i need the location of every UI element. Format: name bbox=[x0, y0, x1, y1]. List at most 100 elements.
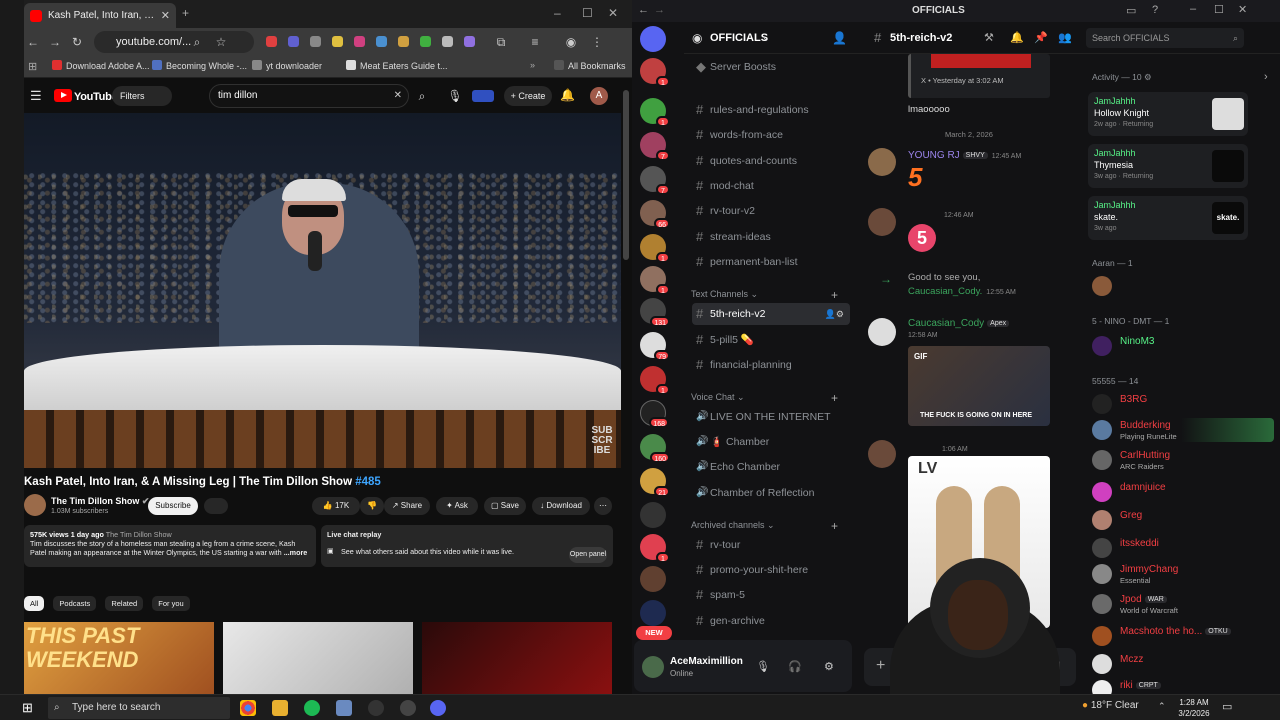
message-author[interactable]: YOUNG RJ SHVY 12:45 AM bbox=[908, 150, 1021, 161]
save-button[interactable]: ▢ Save bbox=[484, 497, 526, 515]
search-icon[interactable]: ⌕ bbox=[409, 84, 435, 108]
folder-icon[interactable] bbox=[640, 600, 666, 626]
windows-start-icon[interactable]: ⊞ bbox=[22, 700, 33, 716]
settings-gear-icon[interactable]: ⚙ bbox=[824, 660, 834, 673]
filters-button[interactable]: Filters bbox=[112, 86, 172, 106]
description-box[interactable]: 575K views 1 day ago The Tim Dillon Show… bbox=[24, 525, 316, 567]
video-player[interactable]: SUB SCRIBE bbox=[24, 113, 621, 468]
server-icon[interactable]: 1 bbox=[640, 234, 670, 263]
channel-item-active[interactable]: #5th-reich-v2 👤⚙ bbox=[692, 303, 850, 325]
server-icon[interactable]: 160 bbox=[640, 434, 670, 463]
extension-icon[interactable] bbox=[310, 36, 321, 47]
channel-item[interactable]: # gen-archive bbox=[692, 610, 850, 632]
server-icon[interactable]: 1 bbox=[640, 366, 670, 395]
dislike-button[interactable]: 👎 bbox=[360, 497, 384, 515]
taskbar-search-input[interactable]: ⌕ Type here to search bbox=[48, 697, 230, 719]
chip-podcasts[interactable]: Podcasts bbox=[53, 596, 97, 611]
threads-icon[interactable]: ⚒ bbox=[984, 31, 994, 44]
avatar[interactable]: A bbox=[590, 87, 608, 105]
member-item[interactable]: itsskeddi bbox=[1092, 536, 1272, 560]
avatar[interactable] bbox=[642, 656, 664, 678]
message-author[interactable]: Caucasian_Cody Apex bbox=[908, 318, 1010, 329]
browser-tab[interactable]: Kash Patel, Into Iran, & A M ✕ bbox=[24, 3, 176, 28]
channel-item[interactable]: # quotes-and-counts bbox=[692, 150, 850, 172]
voice-channel-item[interactable]: 🔊 Chamber of Reflection bbox=[692, 482, 850, 504]
join-message-user[interactable]: Caucasian_Cody. 12:55 AM bbox=[908, 286, 1016, 297]
extension-icon[interactable] bbox=[420, 36, 431, 47]
maximize-icon[interactable]: ☐ bbox=[582, 6, 593, 20]
avatar[interactable] bbox=[868, 148, 896, 176]
attach-plus-icon[interactable]: + bbox=[876, 657, 885, 675]
server-icon[interactable] bbox=[640, 502, 666, 528]
close-tab-icon[interactable]: ✕ bbox=[161, 9, 170, 22]
close-window-icon[interactable]: ✕ bbox=[1238, 3, 1247, 16]
media-player-icon[interactable] bbox=[368, 700, 384, 716]
category-text-channels[interactable]: Text Channels ⌄ + bbox=[691, 288, 838, 302]
subscribe-button[interactable]: Subscribe bbox=[148, 497, 198, 515]
member-item[interactable]: Jpod WAR World of Warcraft bbox=[1092, 592, 1272, 616]
server-icon[interactable]: 1 bbox=[640, 58, 670, 87]
member-item[interactable]: NinoM3 bbox=[1092, 334, 1272, 358]
youtube-logo[interactable]: YouTube bbox=[54, 89, 118, 103]
channel-item[interactable]: # permanent-ban-list bbox=[692, 251, 850, 273]
voice-channel-item[interactable]: 🔊 LIVE ON THE INTERNET bbox=[692, 406, 850, 428]
new-tab-icon[interactable]: + bbox=[182, 6, 189, 20]
voice-channel-item[interactable]: 🔊 Echo Chamber bbox=[692, 456, 850, 478]
search-input[interactable]: tim dillon ✕ bbox=[209, 84, 409, 108]
channel-item[interactable]: # rv-tour bbox=[692, 534, 850, 556]
member-item[interactable]: Macshoto the ho... OTKU bbox=[1092, 624, 1272, 648]
notification-bell-icon[interactable]: 🔔 bbox=[1010, 31, 1024, 44]
channel-item[interactable]: #5-pill5 💊 bbox=[692, 329, 850, 351]
channel-item[interactable]: # stream-ideas bbox=[692, 226, 850, 248]
member-item[interactable] bbox=[1092, 274, 1272, 298]
reload-icon[interactable]: ↻ bbox=[70, 35, 84, 49]
channel-item[interactable]: # spam-5 bbox=[692, 584, 850, 606]
app-icon[interactable] bbox=[336, 700, 352, 716]
extension-icon[interactable] bbox=[376, 36, 387, 47]
voice-channel-item[interactable]: 🔊 🧯 Chamber bbox=[692, 431, 850, 453]
activity-card[interactable]: JamJahhh Thymesia 3w ago · Returning bbox=[1088, 144, 1248, 188]
extension-icon[interactable] bbox=[332, 36, 343, 47]
more-bookmarks-icon[interactable]: » bbox=[530, 60, 535, 74]
extension-icon[interactable] bbox=[266, 36, 277, 47]
server-icon[interactable]: 7 bbox=[640, 132, 670, 161]
embed-card[interactable]: X • Yesterday at 3:02 AM bbox=[908, 54, 1050, 98]
channel-item[interactable]: # rules-and-regulations bbox=[692, 99, 850, 121]
server-icon[interactable] bbox=[640, 566, 666, 592]
page-scrollbar[interactable] bbox=[623, 90, 629, 260]
download-button[interactable]: ↓ Download bbox=[532, 497, 590, 515]
server-icon[interactable]: 66 bbox=[640, 200, 670, 229]
minimize-icon[interactable]: – bbox=[554, 6, 561, 20]
server-icon[interactable]: 7 bbox=[640, 166, 670, 195]
chevron-right-icon[interactable]: › bbox=[1264, 71, 1268, 83]
share-button[interactable]: ↗ Share bbox=[384, 497, 430, 515]
notifications-bell-icon[interactable]: 🔔 bbox=[560, 88, 575, 102]
member-item[interactable]: Greg bbox=[1092, 508, 1272, 532]
bookmark-star-icon[interactable]: ☆ bbox=[214, 35, 228, 49]
profile-icon[interactable]: ◉ bbox=[564, 35, 578, 49]
hashtag-link[interactable]: #485 bbox=[355, 476, 381, 488]
video-thumbnail[interactable]: THIS PAST WEEKEND bbox=[24, 622, 214, 694]
apps-grid-icon[interactable]: ⊞ bbox=[28, 60, 37, 74]
gif-embed[interactable]: GIF THE FUCK IS GOING ON IN HERE bbox=[908, 346, 1050, 426]
chip-all[interactable]: All bbox=[24, 596, 45, 611]
mic-icon[interactable]: 🎙 bbox=[445, 84, 465, 108]
server-header[interactable]: ◉ OFFICIALS ⌄ 👤 bbox=[684, 22, 856, 54]
server-icon[interactable]: 1 bbox=[640, 534, 670, 563]
like-button[interactable]: 👍 17K bbox=[312, 497, 360, 515]
channel-item[interactable]: # rv-tour-v2 bbox=[692, 200, 850, 222]
bookmark-item[interactable]: Meat Eaters Guide t... bbox=[346, 60, 448, 74]
avatar[interactable] bbox=[868, 318, 896, 346]
activity-card[interactable]: JamJahhh Hollow Knight 2w ago · Returnin… bbox=[1088, 92, 1248, 136]
member-item[interactable]: damnjuice bbox=[1092, 480, 1272, 504]
chip-for-you[interactable]: For you bbox=[152, 596, 190, 611]
extensions-puzzle-icon[interactable]: ⧉ bbox=[494, 35, 508, 49]
activity-card[interactable]: JamJahhh skate. 3w ago skate. bbox=[1088, 196, 1248, 240]
server-icon[interactable]: 1 bbox=[640, 98, 670, 127]
more-actions-icon[interactable]: ⋯ bbox=[594, 497, 612, 515]
member-item[interactable]: JimmyChang Essential bbox=[1092, 562, 1272, 586]
channel-item[interactable]: # financial-planning bbox=[692, 354, 850, 376]
ask-button[interactable]: ✦ Ask bbox=[436, 497, 478, 515]
extension-icon[interactable] bbox=[472, 90, 494, 102]
obs-icon[interactable] bbox=[400, 700, 416, 716]
